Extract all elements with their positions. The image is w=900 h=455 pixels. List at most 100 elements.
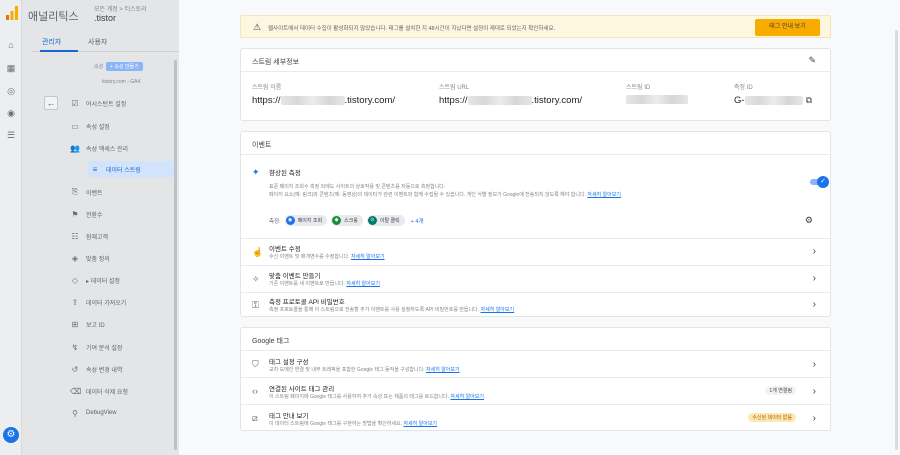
create-property-button[interactable]: + 속성 만들기 [106, 62, 143, 71]
key-icon: ⚿ [252, 300, 259, 310]
sidebar-item-access[interactable]: 👥 속성 액세스 관리 [70, 140, 172, 156]
explore-icon[interactable]: ◎ [6, 86, 16, 96]
reports-icon[interactable]: ▦ [6, 63, 16, 73]
sidebar-item-reporting-id[interactable]: ⊞ 보고 ID [70, 316, 172, 332]
debug-icon: ⚲ [72, 408, 78, 418]
stream-icon: ≡ [92, 164, 98, 174]
sparkle-icon: ✦ [252, 167, 260, 177]
account-breadcrumb[interactable]: 모든 계정 > 티스토리 [94, 4, 147, 13]
more-events-link[interactable]: + 4개 [411, 217, 424, 225]
enhanced-measurement-row: ✦ 향상된 측정 표준 페이지 조회수 측정 외에도 사이트의 상호작용 및 콘… [252, 167, 813, 226]
tag-icon: ⛉ [252, 359, 259, 369]
audience-icon: ☷ [71, 231, 79, 241]
redacted-text [744, 96, 803, 105]
property-name[interactable]: tistory.com - GA4 [102, 79, 140, 85]
modify-learn-more-link[interactable]: 자세히 알아보기 [351, 254, 385, 260]
redacted-text [467, 96, 532, 105]
events-card: 이벤트 ✦ 향상된 측정 표준 페이지 조회수 측정 외에도 사이트의 상호작용… [240, 131, 831, 317]
layers-icon: ◇ [71, 275, 79, 285]
panel-scrollbar[interactable] [895, 30, 898, 450]
chevron-right-icon: › [812, 246, 816, 257]
left-rail: ⌂ ▦ ◎ ◉ ☰ ⚙ [0, 0, 22, 455]
events-title: 이벤트 [252, 142, 272, 149]
flag-icon: ⚑ [71, 209, 79, 219]
settings-gear-icon[interactable]: ⚙ [805, 215, 813, 226]
tab-user[interactable]: 사용자 [88, 37, 107, 47]
list-icon[interactable]: ☰ [6, 130, 16, 140]
stream-details-panel: ⚠ 웹사이트에서 데이터 수집이 활성화되지 않았습니다. 태그를 설치한 지 … [179, 0, 900, 455]
custom-icon: ◈ [71, 253, 79, 263]
sidebar-item-property-settings[interactable]: ▭ 속성 설정 [70, 118, 172, 134]
chip-outbound-clicks[interactable]: ⊙ 이탈 클릭 [366, 215, 405, 226]
sidebar-item-data-deletion[interactable]: ⌫ 데이터 삭제 요청 [70, 383, 172, 399]
connected-count-badge: 1개 연결됨 [765, 386, 796, 395]
data-collection-warning-banner: ⚠ 웹사이트에서 데이터 수집이 활성화되지 않았습니다. 태그를 설치한 지 … [240, 15, 831, 38]
tab-underline [40, 50, 78, 52]
upload-icon: ⇪ [71, 297, 79, 307]
view-tag-instructions-button[interactable]: 태그 안내 보기 [755, 19, 820, 36]
event-icon: ⎘ [71, 187, 79, 196]
admin-tabs: 관리자 사용자 [32, 34, 179, 52]
attribution-icon: ↯ [71, 342, 79, 352]
admin-gear-icon[interactable]: ⚙ [3, 427, 19, 443]
chevron-right-icon: › [812, 273, 816, 284]
tab-admin[interactable]: 관리자 [42, 37, 61, 47]
redacted-text [626, 95, 688, 104]
history-icon: ↺ [71, 364, 79, 374]
sidebar-item-data-settings[interactable]: ◇ ▸ 데이터 설정 [70, 272, 172, 288]
manage-connected-tags-row[interactable]: ‹› 연결된 사이트 태그 관리 이 스트림 페이지에 Google 태그를 사… [241, 378, 830, 404]
sidebar-item-audiences[interactable]: ☷ 잠재고객 [70, 228, 172, 244]
configure-tag-settings-row[interactable]: ⛉ 태그 설정 구성 교차 도메인 연결 및 내부 트래픽을 포함한 Googl… [241, 351, 830, 377]
sidebar-scrollbar[interactable] [174, 60, 177, 450]
analytics-logo [6, 6, 18, 20]
view-tag-instructions-row[interactable]: ⧄ 태그 안내 보기 이 데이터 스트림에 Google 태그를 구현하는 방법… [241, 405, 830, 431]
sidebar-item-change-history[interactable]: ↺ 속성 변경 내역 [70, 361, 172, 377]
touch-icon: ☝ [252, 247, 264, 257]
home-icon[interactable]: ⌂ [6, 40, 16, 50]
advertising-icon[interactable]: ◉ [6, 108, 16, 118]
chevron-right-icon: › [812, 413, 816, 424]
chip-page-views[interactable]: ◉ 페이지 조회 [284, 215, 328, 226]
back-arrow-icon[interactable]: ← [44, 96, 58, 110]
stream-name-field: 스트림 이름 https://.tistory.com/ [252, 85, 396, 106]
modify-events-row[interactable]: ☝ 이벤트 수정 수신 이벤트 및 매개변수를 수정합니다. 자세히 알아보기 … [241, 239, 830, 265]
stream-details-title: 스트림 세부정보 [252, 59, 300, 66]
edit-pencil-icon[interactable]: ✎ [808, 55, 816, 66]
code-icon: ‹› [252, 386, 258, 396]
stream-id-field: 스트림 ID [626, 82, 688, 104]
property-selector[interactable]: .tistor [94, 13, 116, 23]
sidebar-item-attribution[interactable]: ↯ 기여 분석 설정 [70, 339, 172, 355]
protocol-learn-more-link[interactable]: 자세히 알아보기 [481, 307, 515, 313]
divider [241, 71, 830, 72]
enhanced-measurement-title: 향상된 측정 [269, 170, 301, 177]
sidebar-item-debugview[interactable]: ⚲ DebugView [70, 405, 172, 421]
google-tag-card: Google 태그 ⛉ 태그 설정 구성 교차 도메인 연결 및 내부 트래픽을… [240, 327, 831, 431]
chip-scroll[interactable]: ◆ 스크롤 [331, 215, 363, 226]
scroll-icon: ◆ [332, 216, 342, 225]
copy-icon[interactable]: ⧉ [806, 95, 812, 106]
chevron-right-icon: › [812, 386, 816, 397]
connected-tags-learn-more-link[interactable]: 자세히 알아보기 [450, 394, 484, 400]
sidebar-item-assistant[interactable]: ☑ 어시스턴트 설정 [70, 95, 172, 111]
create-learn-more-link[interactable]: 자세히 알아보기 [346, 281, 380, 287]
sidebar-item-data-import[interactable]: ⇪ 데이터 가져오기 [70, 294, 172, 310]
sidebar-item-events[interactable]: ⎘ 이벤트 [70, 184, 172, 200]
admin-sidebar: 애널리틱스 모든 계정 > 티스토리 .tistor 관리자 사용자 속성 + … [22, 0, 179, 455]
sidebar-item-custom-definitions[interactable]: ◈ 맞춤 정의 [70, 250, 172, 266]
banner-text: 웹사이트에서 데이터 수집이 활성화되지 않았습니다. 태그를 설치한 지 48… [268, 26, 556, 32]
stream-details-card: 스트림 세부정보 ✎ 스트림 이름 https://.tistory.com/ … [240, 48, 831, 121]
create-custom-event-row[interactable]: ✧ 맞춤 이벤트 만들기 기존 이벤트를 새 이벤트로 만듭니다. 자세히 알아… [241, 266, 830, 292]
measurement-id-field: 측정 ID G- ⧉ [734, 85, 812, 106]
measured-events-chips: 측정: ◉ 페이지 조회 ◆ 스크롤 ⊙ 이탈 클릭 + 4개 [269, 215, 424, 226]
sidebar-item-conversions[interactable]: ⚑ 전환수 [70, 206, 172, 222]
tag-settings-learn-more-link[interactable]: 자세히 알아보기 [426, 367, 460, 373]
measurement-protocol-row[interactable]: ⚿ 측정 프로토콜 API 비밀번호 측정 프로토콜을 통해 이 스트림으로 전… [241, 293, 830, 317]
instructions-learn-more-link[interactable]: 자세히 알아보기 [403, 421, 437, 427]
sidebar-item-data-streams[interactable]: ≡ 데이터 스트림 [88, 161, 174, 177]
eye-icon: ◉ [285, 216, 295, 225]
redacted-text [280, 96, 345, 105]
people-icon: 👥 [70, 143, 80, 153]
enhanced-learn-more-link[interactable]: 자세히 알아보기 [587, 192, 621, 198]
chevron-right-icon: › [812, 359, 816, 370]
id-icon: ⊞ [71, 319, 79, 329]
